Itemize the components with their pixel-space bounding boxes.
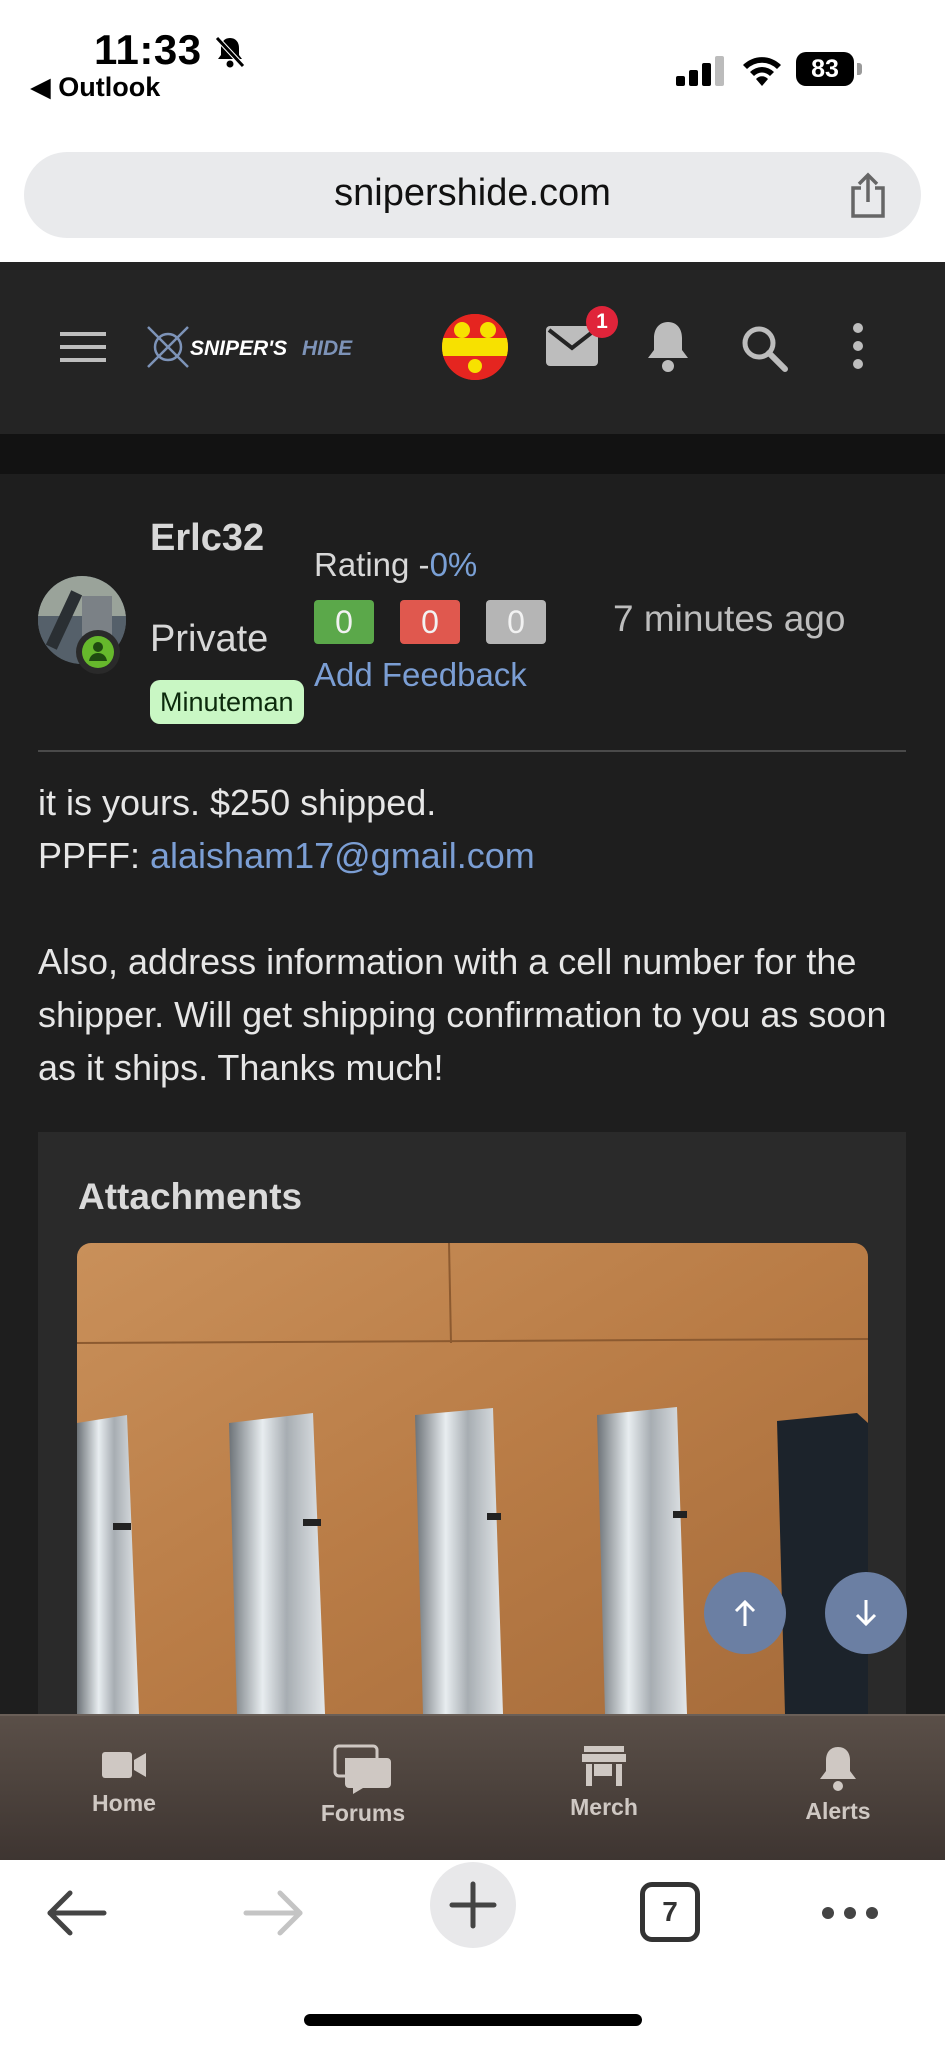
negative-feedback-count[interactable]: 0 xyxy=(400,600,460,644)
message-line-2: PPFF: alaisham17@gmail.com xyxy=(38,829,908,882)
more-menu-icon[interactable] xyxy=(820,1900,880,1926)
back-arrow-icon[interactable] xyxy=(44,1888,108,1938)
scroll-to-bottom-button[interactable] xyxy=(825,1572,907,1654)
video-camera-icon xyxy=(102,1752,146,1778)
plus-icon xyxy=(449,1881,497,1929)
arrow-down-icon xyxy=(855,1600,877,1627)
status-bar: 11:33 ◀ Outlook 83 xyxy=(0,0,945,140)
message-line-1: it is yours. $250 shipped. xyxy=(38,782,437,823)
chat-bubbles-icon xyxy=(333,1744,391,1794)
poster-username[interactable]: Erlc32 xyxy=(150,512,280,565)
mail-count-badge: 1 xyxy=(586,306,618,338)
cellular-signal-icon xyxy=(676,56,724,86)
notifications-bell-icon[interactable] xyxy=(644,318,692,374)
post-divider xyxy=(38,750,906,752)
share-icon[interactable] xyxy=(845,172,891,220)
battery-level: 83 xyxy=(796,52,854,86)
add-feedback-link[interactable]: Add Feedback xyxy=(314,656,527,694)
positive-feedback-count[interactable]: 0 xyxy=(314,600,374,644)
back-to-app-link[interactable]: ◀ Outlook xyxy=(30,72,160,103)
nav-merch-label: Merch xyxy=(570,1794,638,1820)
online-status-icon xyxy=(76,630,120,674)
bell-muted-icon xyxy=(215,36,245,68)
message-paragraph-2: Also, address information with a cell nu… xyxy=(38,941,887,1088)
user-avatar[interactable] xyxy=(442,314,508,380)
url-text: snipershide.com xyxy=(334,172,611,214)
svg-text:SNIPER'S: SNIPER'S xyxy=(190,337,287,360)
arrow-up-icon xyxy=(734,1599,756,1626)
poster-badge: Minuteman xyxy=(150,680,304,724)
poster-rank: Private xyxy=(150,618,269,660)
wifi-icon xyxy=(743,57,781,86)
rating-value: 0% xyxy=(429,546,478,583)
message-prefix: PPFF: xyxy=(38,835,151,876)
tabs-button[interactable]: 7 xyxy=(640,1882,700,1942)
scroll-to-top-button[interactable] xyxy=(704,1572,786,1654)
rating-label-text: Rating - xyxy=(314,546,430,583)
svg-text:HIDE: HIDE xyxy=(302,337,353,360)
new-tab-button[interactable] xyxy=(430,1862,516,1948)
storefront-icon xyxy=(582,1746,626,1786)
nav-merch[interactable]: Merch xyxy=(534,1744,674,1844)
home-indicator xyxy=(304,2014,642,2026)
more-options-icon[interactable] xyxy=(850,322,866,370)
neutral-feedback-count[interactable]: 0 xyxy=(486,600,546,644)
bell-icon xyxy=(820,1747,856,1791)
header-separator xyxy=(0,434,945,474)
nav-home-label: Home xyxy=(92,1790,156,1816)
post-timestamp[interactable]: 7 minutes ago xyxy=(613,598,845,640)
forward-arrow-icon[interactable] xyxy=(242,1888,306,1938)
nav-alerts[interactable]: Alerts xyxy=(768,1744,908,1844)
email-link[interactable]: alaisham17@gmail.com xyxy=(150,835,535,876)
address-bar[interactable]: snipershide.com xyxy=(24,152,921,238)
rating-label: Rating -0% xyxy=(314,546,477,584)
status-time: 11:33 xyxy=(94,26,202,73)
nav-alerts-label: Alerts xyxy=(805,1798,871,1824)
attachments-title: Attachments xyxy=(78,1176,303,1217)
site-logo[interactable]: SNIPER'S HIDE xyxy=(146,322,386,372)
nav-forums[interactable]: Forums xyxy=(293,1744,433,1844)
battery-icon: 83 xyxy=(796,52,862,86)
nav-home[interactable]: Home xyxy=(54,1744,194,1844)
search-icon[interactable] xyxy=(740,324,788,372)
nav-forums-label: Forums xyxy=(320,1800,406,1826)
hamburger-menu-icon[interactable] xyxy=(60,330,106,364)
